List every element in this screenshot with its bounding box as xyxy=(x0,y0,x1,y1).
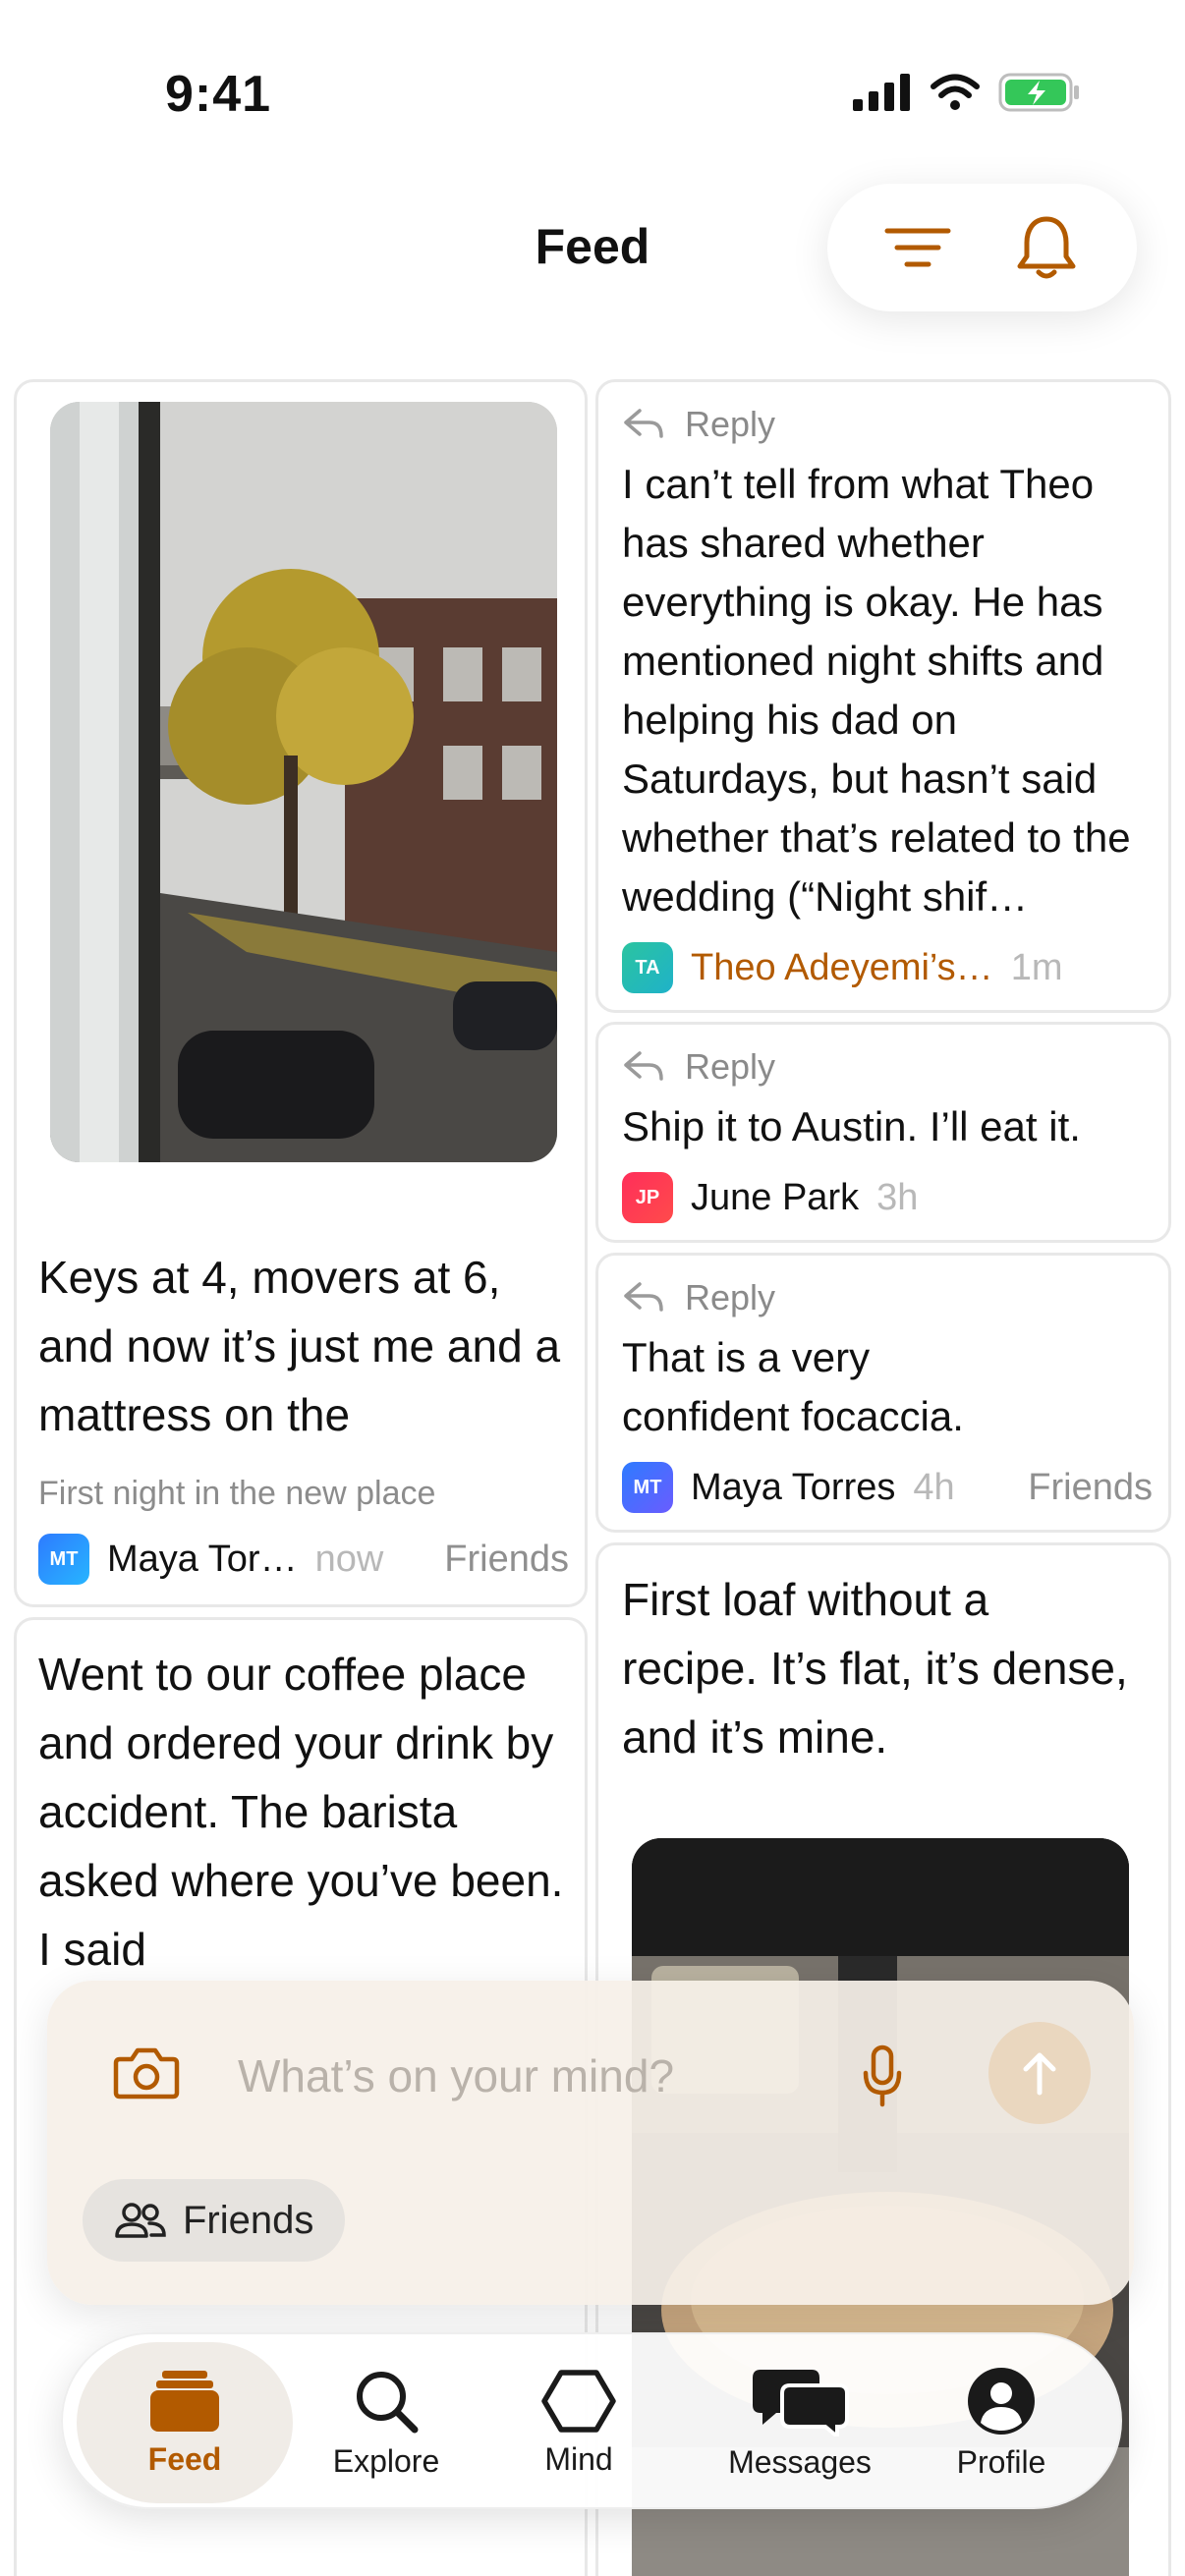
avatar[interactable]: MT xyxy=(38,1534,89,1585)
reply-card[interactable]: Reply Ship it to Austin. I’ll eat it. JP… xyxy=(595,1022,1171,1243)
audience-chip-label: Friends xyxy=(183,2198,314,2242)
reply-icon xyxy=(624,1282,663,1312)
filter-button[interactable] xyxy=(874,203,962,292)
microphone-icon xyxy=(863,2044,902,2107)
battery-charging-icon xyxy=(998,73,1079,112)
tab-feed[interactable]: Feed xyxy=(77,2342,293,2503)
tab-label: Explore xyxy=(332,2442,440,2479)
audience-label: Friends xyxy=(1028,1466,1153,1508)
tab-label: Messages xyxy=(728,2443,872,2480)
post-text: First loaf without a recipe. It’s flat, … xyxy=(622,1574,1128,1763)
reply-icon xyxy=(624,409,663,438)
reply-meta: JP June Park 3h xyxy=(622,1172,1153,1223)
author-name[interactable]: June Park xyxy=(691,1177,859,1219)
post-meta: MT Maya Tor… now Friends xyxy=(38,1534,569,1585)
status-icons xyxy=(853,73,1081,112)
post-input[interactable]: What’s on your mind? xyxy=(238,2049,674,2102)
reply-indicator: Reply xyxy=(622,404,775,445)
send-button[interactable] xyxy=(988,2022,1091,2124)
messages-icon xyxy=(753,2369,849,2436)
notifications-button[interactable] xyxy=(1002,203,1091,292)
post-caption: First night in the new place xyxy=(38,1475,436,1512)
post-card[interactable]: Keys at 4, movers at 6, and now it’s jus… xyxy=(14,379,588,1607)
reply-card[interactable]: Reply That is a very confident focaccia.… xyxy=(595,1253,1171,1533)
reply-meta: TA Theo Adeyemi’s… 1m xyxy=(622,942,1153,993)
audience-selector[interactable]: Friends xyxy=(83,2179,346,2262)
reply-label: Reply xyxy=(685,1277,776,1317)
tab-label: Mind xyxy=(544,2440,613,2477)
tab-label: Profile xyxy=(956,2443,1046,2480)
post-photo xyxy=(50,402,557,1162)
avatar[interactable]: TA xyxy=(622,942,673,993)
reply-text: Ship it to Austin. I’ll eat it. xyxy=(622,1103,1081,1149)
street-photo-illustration xyxy=(50,402,557,1162)
reply-text: I can’t tell from what Theo has shared w… xyxy=(622,461,1131,920)
post-time: 1m xyxy=(1010,946,1063,988)
tab-mind[interactable]: Mind xyxy=(505,2342,652,2503)
search-icon xyxy=(357,2371,419,2433)
post-time: 4h xyxy=(913,1466,955,1508)
audience-label: Friends xyxy=(444,1538,569,1580)
camera-icon xyxy=(113,2047,180,2100)
reply-meta: MT Maya Torres 4h Friends xyxy=(622,1462,1153,1513)
post-time: now xyxy=(314,1538,384,1580)
microphone-button[interactable] xyxy=(861,2044,904,2108)
reply-label: Reply xyxy=(685,1046,776,1087)
profile-icon xyxy=(968,2367,1035,2435)
reply-text: That is a very confident focaccia. xyxy=(622,1334,964,1439)
reply-card[interactable]: Reply I can’t tell from what Theo has sh… xyxy=(595,379,1171,1013)
tab-messages[interactable]: Messages xyxy=(702,2342,898,2503)
reply-indicator: Reply xyxy=(622,1277,775,1318)
composer: What’s on your mind? Friends xyxy=(47,1981,1134,2305)
tab-profile[interactable]: Profile xyxy=(918,2342,1085,2503)
tab-bar: Feed Explore Mind Messages Profile xyxy=(61,2332,1122,2509)
reply-icon xyxy=(624,1051,663,1081)
wifi-icon xyxy=(931,74,980,110)
status-time: 9:41 xyxy=(165,66,272,123)
camera-button[interactable] xyxy=(112,2045,181,2100)
arrow-up-icon xyxy=(1023,2052,1056,2096)
reply-indicator: Reply xyxy=(622,1046,775,1088)
avatar[interactable]: JP xyxy=(622,1172,673,1223)
post-time: 3h xyxy=(876,1176,919,1218)
friends-icon xyxy=(115,2203,166,2238)
tab-label: Feed xyxy=(147,2440,222,2477)
hexagon-icon xyxy=(541,2369,616,2433)
tab-explore[interactable]: Explore xyxy=(303,2342,470,2503)
feed-icon xyxy=(150,2370,219,2432)
header-actions xyxy=(827,184,1137,311)
status-bar: 9:41 xyxy=(0,0,1185,187)
author-name[interactable]: Maya Torres xyxy=(691,1467,895,1509)
author-name[interactable]: Theo Adeyemi’s… xyxy=(691,947,993,989)
filter-icon xyxy=(884,228,951,267)
author-name[interactable]: Maya Tor… xyxy=(107,1539,298,1581)
bell-icon xyxy=(1017,216,1076,279)
reply-label: Reply xyxy=(685,404,776,444)
post-text: Keys at 4, movers at 6, and now it’s jus… xyxy=(38,1252,561,1440)
avatar[interactable]: MT xyxy=(622,1462,673,1513)
cellular-signal-icon xyxy=(853,74,910,111)
